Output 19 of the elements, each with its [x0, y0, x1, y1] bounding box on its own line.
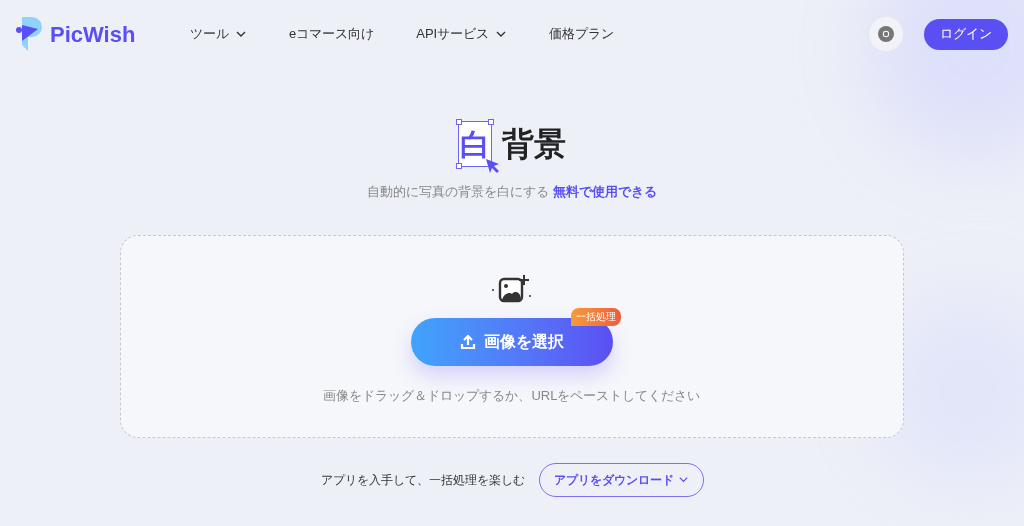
subtitle: 自動的に写真の背景を白にする: [367, 183, 549, 201]
chrome-icon: [878, 26, 894, 42]
nav-link[interactable]: 価格プラン: [549, 24, 615, 44]
free-use-link[interactable]: 無料で使用できる: [553, 182, 657, 202]
title-highlight: 白: [460, 126, 490, 163]
upload-hint: 画像をドラッグ＆ドロップするか、URLをペーストしてください: [323, 386, 701, 405]
upload-icon: [460, 333, 476, 350]
nav-link[interactable]: APIサービス: [416, 24, 508, 44]
batch-badge: 一括処理: [571, 307, 621, 326]
logo-text[interactable]: PicWish: [50, 17, 136, 51]
upload-area[interactable]: 画像を選択 一括処理 画像をドラッグ＆ドロップするか、URLをペーストしてください: [120, 234, 904, 438]
page-title: 背景: [502, 125, 566, 164]
cursor-icon: [485, 158, 501, 174]
nav-link[interactable]: eコマース向け: [289, 24, 375, 44]
app-promo-text: アプリを入手して、一括処理を楽しむ: [320, 471, 525, 489]
add-image-icon: [490, 273, 534, 304]
nav-link[interactable]: ツール: [190, 24, 247, 44]
chevron-down-icon: [677, 474, 689, 485]
logo-icon: [16, 17, 42, 51]
